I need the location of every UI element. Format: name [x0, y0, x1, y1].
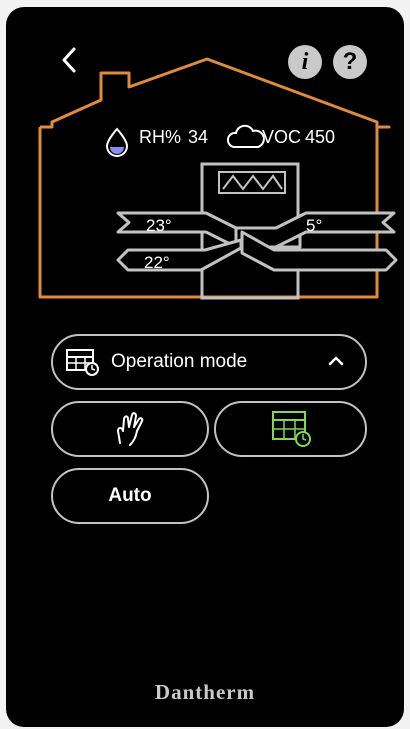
chevron-up-icon [328, 356, 344, 366]
manual-mode-button[interactable] [51, 401, 209, 457]
calendar-clock-icon [66, 349, 99, 376]
auto-mode-button[interactable]: Auto [51, 468, 209, 524]
cloud-icon [226, 124, 265, 148]
brand-logo: Dantherm [154, 680, 256, 704]
water-drop-icon [105, 127, 129, 157]
calendar-clock-icon-active [271, 411, 311, 447]
auto-label: Auto [108, 485, 152, 506]
app-screen: i ? RH% 34 VOC 450 23° 5° 22° Operation … [6, 7, 404, 727]
operation-mode-label: Operation mode [111, 351, 248, 372]
voc-value: 450 [305, 127, 335, 147]
extract-temperature: 22° [144, 253, 170, 272]
humidity-value: 34 [188, 127, 208, 147]
outdoor-temperature: 5° [306, 216, 322, 235]
hand-icon [117, 412, 144, 446]
extract-airflow-arrow [116, 238, 243, 272]
voc-label: VOC [262, 127, 301, 147]
humidity-label: RH% [139, 127, 181, 147]
supply-temperature: 23° [146, 216, 172, 235]
operation-mode-dropdown[interactable]: Operation mode [51, 334, 367, 390]
schedule-mode-button[interactable] [214, 401, 367, 457]
filter-zigzag [222, 174, 283, 191]
house-diagram: RH% 34 VOC 450 23° 5° 22° [38, 57, 398, 300]
